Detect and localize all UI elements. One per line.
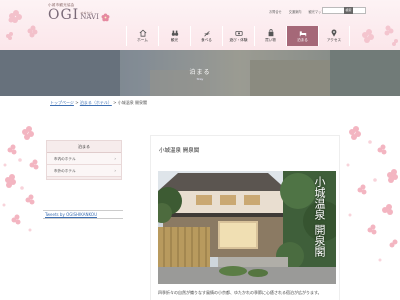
nav-label: ホーム xyxy=(137,38,148,42)
breadcrumb-parent-link[interactable]: 泊まる（ホテル） xyxy=(80,100,112,105)
cherry-blossom-decoration-icon xyxy=(2,126,39,232)
util-link-contact[interactable]: お問合せ xyxy=(269,9,282,14)
page-subtitle: Stay xyxy=(196,77,204,81)
article-body: 四季折々の自然が織りなす風情の小京都、ゆたかれの季節に心癒される宿泊が広がります… xyxy=(158,290,322,295)
sidebar-item-label: 市外のホテル xyxy=(54,169,76,173)
nav-label: 買い物 xyxy=(265,38,276,42)
breadcrumb: トップページ > 泊まる（ホテル） > 小城温泉 開泉閣 xyxy=(50,100,147,106)
cherry-blossom-decoration-icon xyxy=(6,10,38,40)
main-content: 小城温泉 開泉閣 小城温泉 開泉閣 四季折々の自然が織りなす風情の小京都、ゆたか… xyxy=(150,135,340,300)
play-icon xyxy=(234,31,243,36)
sakura-logo-icon xyxy=(101,13,110,22)
chevron-right-icon: › xyxy=(114,156,116,161)
nav-item-play[interactable]: 遊び・体験 xyxy=(222,26,254,46)
chopsticks-icon xyxy=(203,31,210,37)
sidebar-menu: 泊まる 市内のホテル › 市外のホテル › xyxy=(46,140,122,180)
twitter-timeline-link[interactable]: Tweets by OGISHIKANKOU xyxy=(43,210,123,219)
breadcrumb-home-link[interactable]: トップページ xyxy=(50,100,74,105)
nav-label: 観光 xyxy=(170,38,179,42)
nav-label: 泊まる xyxy=(297,38,308,42)
sidebar-item-label: 市内のホテル xyxy=(54,157,76,161)
sidebar-item-outside-hotels[interactable]: 市外のホテル › xyxy=(47,165,121,177)
nav-label: 遊び・体験 xyxy=(229,38,248,42)
sidebar-title: 泊まる xyxy=(47,141,121,153)
bag-icon xyxy=(268,29,273,37)
photo-caption-line2: 開泉閣 xyxy=(313,223,326,257)
article-title: 小城温泉 開泉閣 xyxy=(159,148,200,154)
nav-item-home[interactable]: ホーム xyxy=(126,26,158,46)
logo-text-ogi: OGI xyxy=(48,7,80,23)
nav-item-access[interactable]: アクセス xyxy=(318,26,350,46)
page-hero-banner: 泊まる Stay xyxy=(0,50,400,96)
site-logo[interactable]: 小城市観光協会 OGI オギナビ NAVI xyxy=(48,3,110,22)
nav-label: アクセス xyxy=(326,38,342,42)
page-title: 泊まる xyxy=(189,69,211,76)
photo-caption-line1: 小城温泉 xyxy=(313,176,326,220)
nav-item-shopping[interactable]: 買い物 xyxy=(254,26,286,46)
search-button[interactable]: 検索 xyxy=(344,7,353,14)
hotel-photo: 小城温泉 開泉閣 xyxy=(158,171,336,284)
house-icon xyxy=(139,29,146,37)
site-header: 小城市観光協会 OGI オギナビNAVI お問合せ 交通案内 観光マップ サイト… xyxy=(0,0,400,50)
global-nav: ホーム 観光 食べる 遊び・体験 買い物 泊まる アクセス xyxy=(126,26,350,46)
map-pin-icon xyxy=(331,29,337,37)
chevron-right-icon: › xyxy=(114,168,116,173)
logo-kana: オギナビ xyxy=(80,11,93,15)
breadcrumb-current: 小城温泉 開泉閣 xyxy=(117,100,148,105)
logo-text-navi: オギナビ NAVI xyxy=(80,11,99,21)
binoculars-icon xyxy=(171,30,178,36)
nav-item-stay[interactable]: 泊まる xyxy=(286,26,318,46)
util-link-transport[interactable]: 交通案内 xyxy=(289,9,302,14)
nav-label: 食べる xyxy=(201,38,212,42)
cherry-blossom-decoration-icon xyxy=(346,126,398,262)
sidebar-item-city-hotels[interactable]: 市内のホテル › xyxy=(47,153,121,165)
bed-icon xyxy=(299,31,306,37)
photo-caption: 小城温泉 開泉閣 xyxy=(295,176,326,276)
nav-item-eat[interactable]: 食べる xyxy=(190,26,222,46)
nav-item-sightseeing[interactable]: 観光 xyxy=(158,26,190,46)
cherry-blossom-decoration-icon xyxy=(362,25,398,46)
